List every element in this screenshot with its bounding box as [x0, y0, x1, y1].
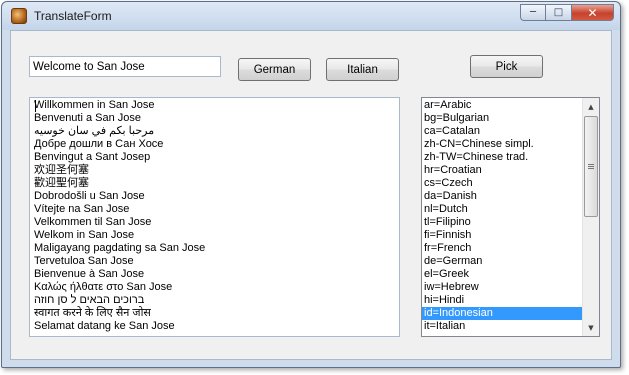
translation-line: Maligayang pagdating sa San Jose	[34, 242, 206, 254]
translation-line: 欢迎圣何塞	[34, 164, 89, 176]
caption-buttons: ─ □ ✕	[520, 4, 614, 21]
translation-line: Dobrodošli u San Jose	[34, 190, 145, 202]
translation-line: Tervetuloa San Jose	[34, 255, 134, 267]
german-button[interactable]: German	[238, 58, 311, 81]
language-list-item[interactable]: hi=Hindi	[422, 294, 582, 307]
title-bar[interactable]: TranslateForm ─ □ ✕	[2, 2, 620, 30]
text-caret	[35, 100, 36, 112]
language-list-item[interactable]: el=Greek	[422, 268, 582, 281]
translation-line: Willkommen in San Jose	[34, 99, 155, 111]
minimize-button[interactable]: ─	[520, 4, 546, 21]
language-list-item[interactable]: cs=Czech	[422, 177, 582, 190]
translate-form-window: TranslateForm ─ □ ✕ German Italian Pick …	[1, 1, 621, 368]
language-list-item[interactable]: it=Italian	[422, 320, 582, 333]
source-text-input[interactable]	[29, 56, 221, 77]
translation-line: स्वागत करने के लिए सैन जोस	[34, 307, 151, 319]
close-button[interactable]: ✕	[572, 4, 614, 21]
pick-button[interactable]: Pick	[470, 55, 543, 78]
scroll-thumb[interactable]	[584, 116, 598, 217]
language-listbox[interactable]: ar=Arabic bg=Bulgarian ca=Catalan zh-CN=Chi…	[421, 97, 600, 337]
translation-line: Benvingut a Sant Josep	[34, 151, 151, 163]
language-list-item[interactable]: da=Danish	[422, 190, 582, 203]
translation-line: Velkommen til San Jose	[34, 216, 152, 228]
language-list-item[interactable]: zh-CN=Chinese simpl.	[422, 138, 582, 151]
window-title: TranslateForm	[34, 9, 112, 23]
translation-line: مرحبا بكم في سان خوسيه	[34, 125, 155, 137]
app-icon[interactable]	[11, 8, 27, 24]
translation-line: ברוכים הבאים ל סן חוזה	[34, 294, 145, 306]
translation-line: Selamat datang ke San Jose	[34, 320, 175, 332]
language-list-item[interactable]: tl=Filipino	[422, 216, 582, 229]
close-icon: ✕	[587, 5, 598, 20]
grip-icon	[588, 163, 594, 170]
language-list: ar=Arabic bg=Bulgarian ca=Catalan zh-CN=Chi…	[422, 98, 582, 333]
scroll-up-arrow-icon[interactable]: ▲	[583, 98, 599, 115]
translation-line: 歡迎聖何塞	[34, 177, 89, 189]
scroll-down-arrow-icon[interactable]: ▼	[583, 319, 599, 336]
language-list-item[interactable]: bg=Bulgarian	[422, 112, 582, 125]
translations-output-box[interactable]: Willkommen in San Jose Benvenuti a San Jo…	[29, 97, 400, 337]
maximize-icon: □	[553, 7, 564, 18]
language-list-item[interactable]: fr=French	[422, 242, 582, 255]
translation-line: Benvenuti a San Jose	[34, 112, 142, 124]
maximize-button[interactable]: □	[546, 4, 572, 21]
translation-line: Καλώς ήλθατε στο San Jose	[34, 281, 173, 293]
italian-button[interactable]: Italian	[326, 58, 399, 81]
language-list-item[interactable]: zh-TW=Chinese trad.	[422, 151, 582, 164]
translation-line: Welkom in San Jose	[34, 229, 135, 241]
language-list-item[interactable]: nl=Dutch	[422, 203, 582, 216]
translation-line: Vítejte na San Jose	[34, 203, 130, 215]
language-list-item[interactable]: id=Indonesian	[422, 307, 582, 320]
language-list-item[interactable]: de=German	[422, 255, 582, 268]
translation-line: Bienvenue à San Jose	[34, 268, 145, 280]
language-list-scrollbar[interactable]: ▲ ▼	[582, 98, 599, 336]
translation-line: Добре дошли в Сан Хосе	[34, 138, 164, 150]
language-list-item[interactable]: ar=Arabic	[422, 99, 582, 112]
language-list-item[interactable]: ca=Catalan	[422, 125, 582, 138]
minimize-icon: ─	[529, 7, 537, 18]
language-list-item[interactable]: hr=Croatian	[422, 164, 582, 177]
form-client-area: German Italian Pick Willkommen in San Jo…	[10, 30, 612, 360]
language-list-item[interactable]: fi=Finnish	[422, 229, 582, 242]
language-list-item[interactable]: iw=Hebrew	[422, 281, 582, 294]
